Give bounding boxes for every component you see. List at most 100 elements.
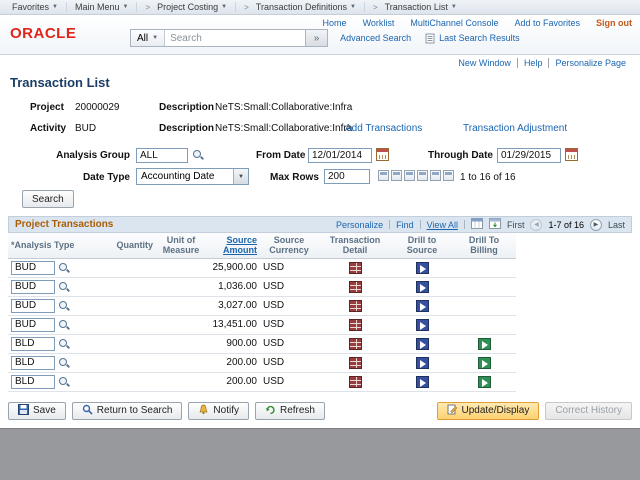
advanced-search-link[interactable]: Advanced Search [340, 33, 411, 43]
breadcrumb-favorites[interactable]: Favorites ▼ [4, 2, 66, 12]
grid-prev-icon[interactable]: ◀ [530, 219, 542, 231]
zoom-grid-icon[interactable] [471, 218, 483, 231]
drill-to-billing-icon[interactable] [478, 357, 491, 369]
table-row: 900.00 USD [8, 334, 516, 353]
transactions-table: *Analysis Type Quantity Unit of Measure … [8, 233, 516, 392]
new-window-link[interactable]: New Window [452, 58, 517, 68]
search-scope-dropdown[interactable]: All ▼ [131, 30, 165, 46]
home-link[interactable]: Home [323, 18, 347, 28]
add-transactions-link[interactable]: Add Transactions [345, 123, 422, 134]
drill-to-source-icon[interactable] [416, 281, 429, 293]
analysis-type-input[interactable] [11, 356, 55, 370]
from-date-input[interactable] [308, 148, 372, 163]
analysis-type-input[interactable] [11, 375, 55, 389]
activity-summary-row: Activity BUD Description NeTS:Small:Coll… [8, 123, 632, 138]
quantity-cell [100, 315, 156, 334]
lookup-icon[interactable] [58, 300, 70, 312]
find-link[interactable]: Find [396, 220, 414, 230]
lookup-icon[interactable] [58, 338, 70, 350]
global-search-bar: All ▼ » Advanced Search Last Search Resu… [130, 29, 520, 47]
return-to-search-label: Return to Search [97, 405, 173, 416]
last-search-results-link[interactable]: Last Search Results [439, 33, 520, 43]
save-button[interactable]: Save [8, 402, 66, 420]
analysis-type-input[interactable] [11, 337, 55, 351]
transaction-adjustment-link[interactable]: Transaction Adjustment [463, 123, 567, 134]
refresh-button[interactable]: Refresh [255, 402, 325, 420]
drill-to-source-icon[interactable] [416, 376, 429, 388]
drill-to-billing-icon[interactable] [478, 376, 491, 388]
notify-button[interactable]: Notify [188, 402, 249, 420]
analysis-group-input[interactable] [136, 148, 188, 163]
transaction-detail-icon[interactable] [349, 300, 362, 312]
unit-of-measure-cell [156, 353, 206, 372]
grid-range-text: 1-7 of 16 [548, 220, 584, 230]
multichannel-console-link[interactable]: MultiChannel Console [410, 18, 498, 28]
lookup-icon[interactable] [58, 319, 70, 331]
transaction-detail-icon[interactable] [349, 262, 362, 274]
worklist-link[interactable]: Worklist [363, 18, 395, 28]
filter-search-button[interactable]: Search [22, 190, 74, 208]
global-search-input[interactable] [165, 30, 305, 46]
transaction-detail-icon[interactable] [349, 357, 362, 369]
add-to-favorites-link[interactable]: Add to Favorites [514, 18, 580, 28]
analysis-group-label: Analysis Group [22, 150, 130, 161]
drill-to-source-icon[interactable] [416, 319, 429, 331]
pager-prev-icon[interactable] [391, 170, 402, 181]
source-amount-cell: 13,451.00 [206, 315, 260, 334]
transaction-detail-icon[interactable] [349, 376, 362, 388]
lookup-icon[interactable] [58, 262, 70, 274]
grid-last-link[interactable]: Last [608, 220, 625, 230]
sign-out-link[interactable]: Sign out [596, 18, 632, 28]
analysis-type-input[interactable] [11, 261, 55, 275]
transaction-detail-icon[interactable] [349, 319, 362, 331]
personalize-link[interactable]: Personalize [336, 220, 383, 230]
drill-to-source-icon[interactable] [416, 357, 429, 369]
pager-last-icon[interactable] [443, 170, 454, 181]
through-date-calendar-icon[interactable] [565, 148, 578, 161]
through-date-input[interactable] [497, 148, 561, 163]
update-display-button[interactable]: Update/Display [437, 402, 540, 420]
date-type-select[interactable]: Accounting Date ▼ [136, 168, 249, 185]
browser-page: Favorites ▼ Main Menu ▼ Project Costing … [0, 0, 640, 429]
analysis-type-input[interactable] [11, 299, 55, 313]
unit-of-measure-cell [156, 258, 206, 277]
quantity-cell [100, 372, 156, 391]
pager-next-icon[interactable] [404, 170, 415, 181]
view-all-link[interactable]: View All [427, 220, 458, 230]
breadcrumb-transaction-list[interactable]: Transaction List ▼ [364, 2, 465, 12]
download-grid-icon[interactable] [489, 218, 501, 231]
sort-source-amount-link[interactable]: Source Amount [223, 235, 257, 255]
drill-to-source-icon[interactable] [416, 338, 429, 350]
drill-to-billing-icon[interactable] [478, 338, 491, 350]
transaction-detail-icon[interactable] [349, 338, 362, 350]
personalize-page-link[interactable]: Personalize Page [548, 58, 632, 68]
project-description-value: NeTS:Small:Collaborative:Infra [215, 102, 352, 113]
help-link[interactable]: Help [517, 58, 549, 68]
analysis-type-input[interactable] [11, 318, 55, 332]
pager-first-icon[interactable] [378, 170, 389, 181]
from-date-calendar-icon[interactable] [376, 148, 389, 161]
breadcrumb-label: Transaction List [385, 2, 448, 12]
grid-first-link[interactable]: First [507, 220, 525, 230]
breadcrumb-transaction-definitions[interactable]: Transaction Definitions ▼ [235, 2, 364, 12]
lookup-icon[interactable] [58, 357, 70, 369]
lookup-icon[interactable] [58, 281, 70, 293]
search-go-button[interactable]: » [305, 30, 327, 46]
breadcrumb: Favorites ▼ Main Menu ▼ Project Costing … [0, 0, 640, 15]
max-rows-input[interactable] [324, 169, 370, 184]
chevron-down-icon: ▼ [451, 4, 457, 10]
analysis-group-lookup-icon[interactable] [192, 149, 204, 161]
pager-box-icon[interactable] [430, 170, 441, 181]
transaction-detail-icon[interactable] [349, 281, 362, 293]
drill-to-source-icon[interactable] [416, 300, 429, 312]
activity-description-value: NeTS:Small:Collaborative:Infra [215, 123, 352, 134]
grid-next-icon[interactable]: ▶ [590, 219, 602, 231]
return-to-search-button[interactable]: Return to Search [72, 402, 183, 420]
drill-to-source-icon[interactable] [416, 262, 429, 274]
table-row: 25,900.00 USD [8, 258, 516, 277]
breadcrumb-project-costing[interactable]: Project Costing ▼ [136, 2, 235, 12]
pager-box-icon[interactable] [417, 170, 428, 181]
analysis-type-input[interactable] [11, 280, 55, 294]
breadcrumb-main-menu[interactable]: Main Menu ▼ [66, 2, 136, 12]
lookup-icon[interactable] [58, 376, 70, 388]
